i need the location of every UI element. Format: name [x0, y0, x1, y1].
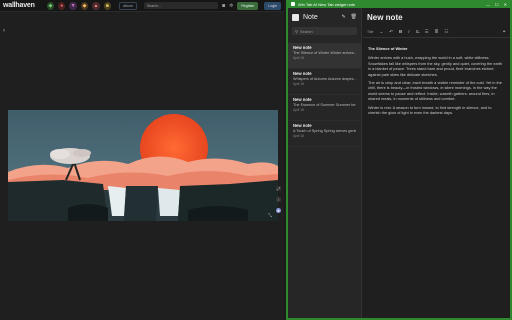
- settings-icon[interactable]: ●: [276, 208, 281, 213]
- list-item[interactable]: New note A Touch of Spring Spring arrive…: [288, 121, 361, 147]
- site-logo[interactable]: wallhaven: [3, 2, 35, 9]
- list-item[interactable]: New note The Essence of Summer Summer be…: [288, 95, 361, 121]
- format-toolbar: Title ⌄ ↶ B I S̶ ☰ ≣ ☷ ⚭: [363, 26, 510, 38]
- notes-list: New note The Silence of Winter Winter ar…: [288, 43, 361, 147]
- bullet-list-icon[interactable]: ☰: [425, 29, 429, 35]
- chevron-right-icon[interactable]: ›: [3, 28, 5, 34]
- upload-icon[interactable]: ▲: [92, 1, 100, 10]
- note-icon: [292, 13, 299, 21]
- app-icon: [291, 2, 295, 6]
- italic-icon[interactable]: I: [408, 29, 409, 34]
- window-titlebar[interactable]: Win Tab AI New Tab widget note — ☐ ✕: [288, 0, 510, 8]
- camera-icon[interactable]: ◙: [222, 3, 225, 9]
- latest-icon[interactable]: ◆: [46, 1, 55, 10]
- search-input[interactable]: ⚲ Search: [292, 27, 357, 35]
- checklist-icon[interactable]: ☷: [444, 29, 448, 35]
- delete-icon[interactable]: 🗑: [351, 14, 357, 20]
- wallhaven-header: wallhaven ◆ ● ▼ ◆ ▲ ■ Album Search... ◙ …: [0, 0, 284, 12]
- style-select[interactable]: Title: [367, 30, 373, 34]
- album-button[interactable]: Album: [119, 1, 137, 10]
- link-icon[interactable]: ⚭: [502, 29, 506, 35]
- login-button[interactable]: Login: [264, 1, 281, 10]
- forums-icon[interactable]: ■: [103, 1, 112, 10]
- gear-icon[interactable]: ✲: [229, 3, 233, 9]
- undo-icon[interactable]: ↶: [389, 29, 393, 35]
- pane-title: Note: [303, 13, 318, 21]
- info-icon[interactable]: i: [276, 197, 281, 202]
- pane-header: Note ✎ 🗑: [288, 8, 361, 26]
- content-paragraph: Winter is rest. A season to turn inward,…: [368, 104, 492, 116]
- wallpaper-image[interactable]: [8, 110, 278, 221]
- content-heading: The Silence of Winter: [368, 46, 408, 51]
- strikethrough-icon[interactable]: S̶: [416, 29, 419, 34]
- search-icon: ⚲: [295, 28, 298, 34]
- list-item[interactable]: New note Whispers of Autumn Autumn drape…: [288, 69, 361, 95]
- bold-icon[interactable]: B: [399, 29, 402, 34]
- window-title: Win Tab AI New Tab widget note: [298, 1, 356, 7]
- minimize-icon[interactable]: —: [486, 2, 490, 7]
- new-note-icon[interactable]: ✎: [341, 14, 345, 20]
- search-input[interactable]: Search...: [143, 2, 219, 9]
- list-item[interactable]: New note The Silence of Winter Winter ar…: [288, 43, 361, 69]
- close-icon[interactable]: ✕: [504, 2, 507, 7]
- notes-list-pane: Note ✎ 🗑 ⚲ Search New note The Silence o…: [288, 8, 362, 318]
- resize-icon[interactable]: ⤡: [268, 213, 272, 219]
- note-editor: New note Title ⌄ ↶ B I S̶ ☰ ≣ ☷ ⚭ The Si…: [363, 8, 510, 318]
- wallhaven-page: wallhaven ◆ ● ▼ ◆ ▲ ■ Album Search... ◙ …: [0, 0, 284, 320]
- hot-icon[interactable]: ●: [58, 1, 66, 10]
- expand-icon[interactable]: ⤢: [276, 186, 281, 191]
- chevron-down-icon[interactable]: ⌄: [379, 29, 383, 35]
- numbered-list-icon[interactable]: ≣: [435, 29, 439, 35]
- note-widget-window: Win Tab AI New Tab widget note — ☐ ✕ Not…: [286, 0, 512, 320]
- note-content[interactable]: The Silence of Winter Winter arrives wit…: [363, 38, 510, 126]
- register-button[interactable]: Register: [237, 1, 259, 10]
- note-title[interactable]: New note: [363, 8, 510, 26]
- content-paragraph: The air is crisp and clear; each breath …: [368, 80, 502, 102]
- random-icon[interactable]: ◆: [80, 1, 89, 10]
- maximize-icon[interactable]: ☐: [495, 2, 499, 7]
- content-paragraph: Winter arrives with a hush, wrapping the…: [368, 55, 503, 77]
- toplist-icon[interactable]: ▼: [69, 1, 77, 10]
